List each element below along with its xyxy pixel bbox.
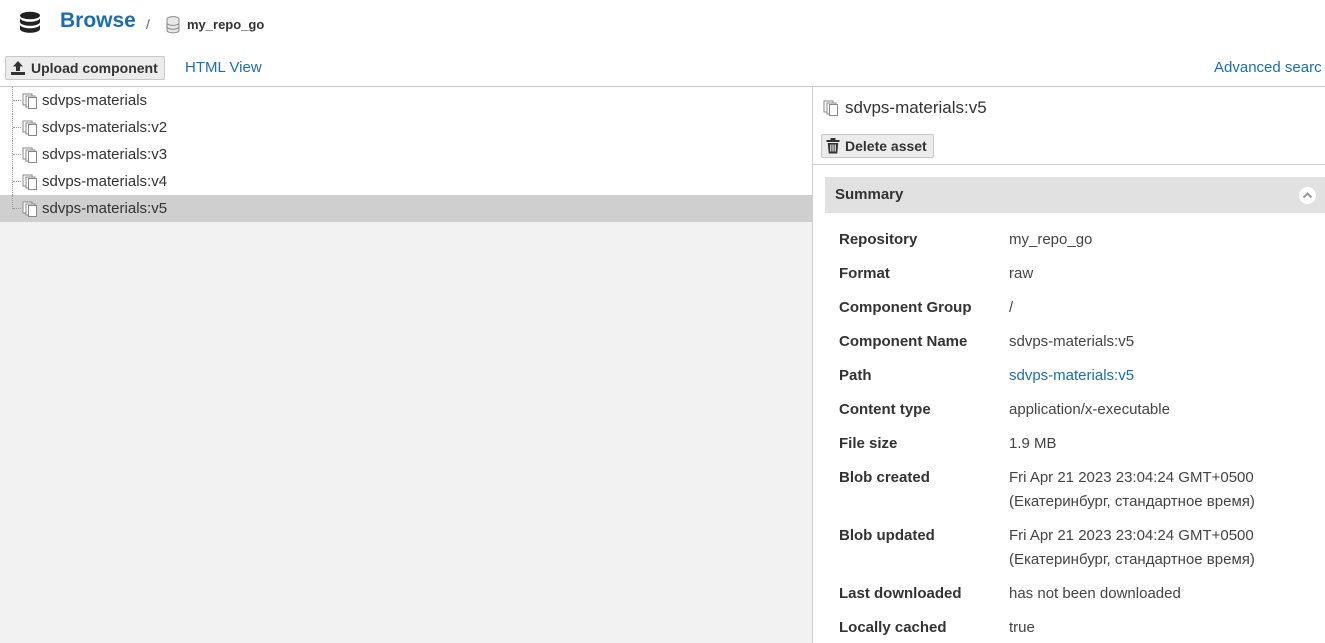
tree-connector (13, 154, 21, 155)
asset-title: sdvps-materials:v5 (845, 98, 987, 117)
field-label: Locally cached (839, 619, 947, 636)
tree-item[interactable]: sdvps-materials:v3 (0, 141, 812, 168)
tree-item[interactable]: sdvps-materials (0, 87, 812, 114)
tree-item-selected[interactable]: sdvps-materials:v5 (0, 195, 812, 222)
toolbar: Upload component HTML View Advanced sear… (0, 55, 1325, 86)
field-value: has not been downloaded (1009, 585, 1181, 602)
summary-title: Summary (835, 186, 904, 203)
component-icon (22, 120, 37, 136)
field-value: Fri Apr 21 2023 23:04:24 GMT+0500 (Екате… (1009, 527, 1255, 568)
field-label: Component Name (839, 333, 968, 350)
asset-detail-panel: sdvps-materials:v5 Delete asset Summary … (813, 87, 1325, 643)
field-label: Content type (839, 401, 931, 418)
database-icon (20, 11, 40, 33)
asset-header: sdvps-materials:v5 (823, 97, 987, 119)
field-label: Repository (839, 231, 918, 248)
tree-item[interactable]: sdvps-materials:v2 (0, 114, 812, 141)
field-label: Blob updated (839, 527, 935, 544)
field-value: raw (1009, 265, 1034, 282)
field-label: Component Group (839, 299, 972, 316)
component-icon (22, 174, 37, 190)
field-value: application/x-executable (1009, 401, 1170, 418)
field-value: my_repo_go (1009, 231, 1093, 248)
tree-connector (13, 100, 21, 101)
delete-asset-label: Delete asset (845, 138, 927, 154)
page-title[interactable]: Browse (60, 9, 136, 33)
field-value: true (1009, 619, 1035, 636)
header: Browse / my_repo_go (0, 0, 1325, 50)
tree-item-label: sdvps-materials (42, 92, 148, 109)
field-value: Fri Apr 21 2023 23:04:24 GMT+0500 (Екате… (1009, 469, 1255, 510)
tree-item[interactable]: sdvps-materials:v4 (0, 168, 812, 195)
field-label: Last downloaded (839, 585, 962, 602)
breadcrumb-separator: / (146, 16, 150, 32)
component-tree: sdvps-materials sdvps-materials:v2 sdvps… (0, 87, 812, 643)
component-icon (22, 147, 37, 163)
advanced-search-link[interactable]: Advanced searc (1214, 59, 1322, 76)
tree-connector (12, 195, 13, 209)
tree-item-label: sdvps-materials:v4 (42, 173, 168, 190)
tree-item-label: sdvps-materials:v5 (42, 200, 168, 217)
collapse-icon[interactable] (1299, 187, 1316, 204)
breadcrumb-repository[interactable]: my_repo_go (187, 17, 264, 32)
path-link[interactable]: sdvps-materials:v5 (1009, 364, 1319, 388)
upload-component-button[interactable]: Upload component (5, 56, 165, 80)
detail-divider (813, 164, 1325, 165)
field-value: sdvps-materials:v5 (1009, 333, 1135, 350)
field-label: Format (839, 265, 890, 282)
tree-item-label: sdvps-materials:v2 (42, 119, 168, 136)
tree-connector (13, 181, 21, 182)
summary-header[interactable]: Summary (825, 177, 1325, 213)
component-icon (22, 201, 37, 217)
component-icon (22, 93, 37, 109)
html-view-link[interactable]: HTML View (185, 59, 262, 76)
delete-asset-button[interactable]: Delete asset (821, 134, 934, 158)
asset-icon (823, 100, 838, 116)
field-value: 1.9 MB (1009, 435, 1057, 452)
field-label: Blob created (839, 469, 930, 486)
tree-item-label: sdvps-materials:v3 (42, 146, 168, 163)
upload-icon (11, 61, 25, 75)
tree-connector (13, 127, 21, 128)
field-label: Path (839, 367, 872, 384)
trash-icon (826, 138, 840, 154)
repository-icon (166, 16, 180, 34)
field-value: / (1009, 299, 1014, 316)
field-label: File size (839, 435, 898, 452)
tree-connector (13, 208, 21, 209)
upload-component-label: Upload component (31, 60, 158, 76)
